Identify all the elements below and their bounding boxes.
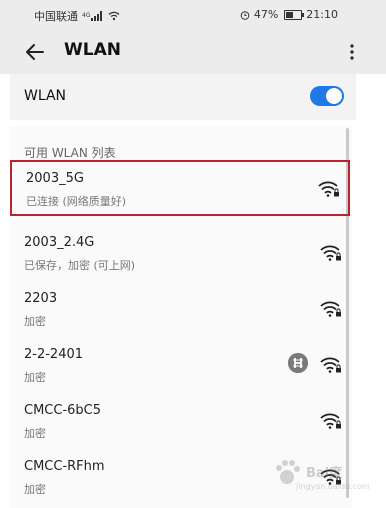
app-bar: WLAN bbox=[0, 30, 386, 74]
network-name: 2003_5G bbox=[26, 171, 84, 186]
status-right: 47% 21:10 bbox=[240, 8, 338, 21]
wifi-status-icon bbox=[108, 11, 120, 21]
network-item-2203[interactable]: 2203 加密 bbox=[10, 282, 350, 338]
wlan-toggle-label: WLAN bbox=[24, 88, 67, 104]
network-status: 加密 bbox=[24, 315, 46, 328]
alarm-icon bbox=[240, 10, 250, 20]
wlan-toggle-row[interactable]: WLAN bbox=[10, 74, 356, 120]
network-name: 2003_2.4G bbox=[24, 235, 95, 250]
more-vert-icon[interactable] bbox=[344, 40, 360, 64]
page-title: WLAN bbox=[64, 40, 121, 60]
network-status: 已保存，加密 (可上网) bbox=[24, 259, 136, 272]
wifi-locked-icon bbox=[320, 357, 341, 373]
baidu-watermark: Bai度 jingyan.baidu.com bbox=[270, 452, 378, 504]
network-item-2003-5g[interactable]: 2003_5G 已连接 (网络质量好) bbox=[10, 160, 350, 216]
network-name: 2203 bbox=[24, 291, 58, 306]
network-item-2003-2-4g[interactable]: 2003_2.4G 已保存，加密 (可上网) bbox=[10, 226, 350, 282]
battery-level-fill bbox=[286, 11, 294, 18]
wifi-locked-icon bbox=[320, 245, 341, 261]
network-status: 加密 bbox=[24, 371, 46, 384]
battery-icon bbox=[284, 9, 305, 20]
back-arrow-icon[interactable] bbox=[22, 40, 48, 64]
network-badge: 4G bbox=[82, 12, 91, 19]
network-name: 2-2-2401 bbox=[24, 347, 84, 362]
wifi-locked-icon bbox=[318, 181, 339, 197]
network-status: 加密 bbox=[24, 483, 46, 496]
network-item-2-2-2401[interactable]: 2-2-2401 加密 bbox=[10, 338, 350, 394]
carrier-label: 中国联通 bbox=[34, 10, 78, 23]
battery-percent: 47% bbox=[253, 8, 279, 21]
status-bar: 中国联通 4G 47% 21:10 bbox=[0, 0, 386, 30]
hotspot-icon bbox=[288, 353, 308, 373]
section-header: 可用 WLAN 列表 bbox=[24, 146, 116, 160]
signal-icon: 4G bbox=[82, 11, 104, 21]
network-name: CMCC-RFhm bbox=[24, 459, 105, 474]
status-left: 中国联通 4G bbox=[34, 8, 120, 24]
watermark-subtext: jingyan.baidu.com bbox=[296, 482, 370, 491]
switch-knob bbox=[326, 88, 342, 104]
network-item-cmcc-6bc5[interactable]: CMCC-6bC5 加密 bbox=[10, 394, 350, 450]
watermark-text: Bai度 bbox=[306, 466, 343, 481]
clock: 21:10 bbox=[306, 8, 338, 21]
wifi-locked-icon bbox=[320, 413, 341, 429]
network-status: 已连接 (网络质量好) bbox=[26, 195, 127, 208]
wifi-locked-icon bbox=[320, 301, 341, 317]
wlan-switch[interactable] bbox=[310, 86, 344, 106]
network-status: 加密 bbox=[24, 427, 46, 440]
network-name: CMCC-6bC5 bbox=[24, 403, 102, 418]
